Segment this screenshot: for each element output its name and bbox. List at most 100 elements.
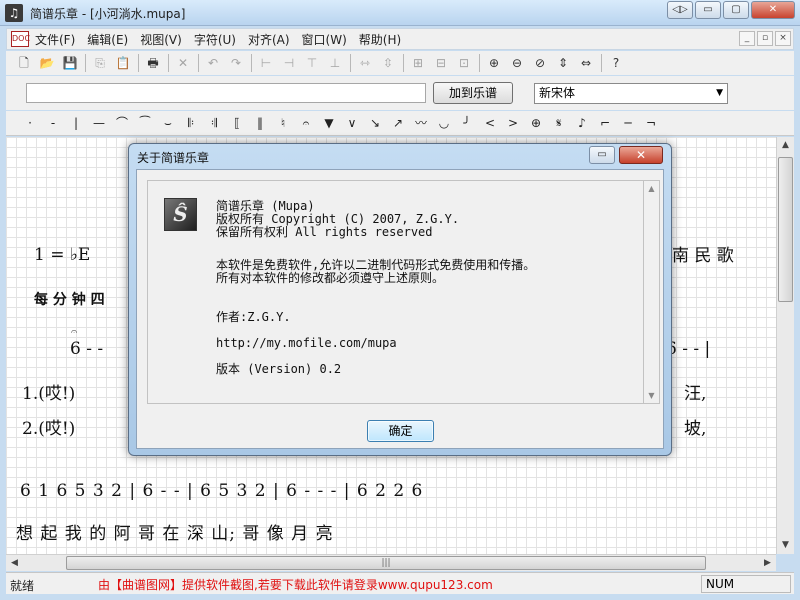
scroll-left-icon[interactable]: ◀ [6,555,23,571]
symbol-button-6[interactable]: ⌣ [158,113,178,133]
symbol-button-22[interactable]: ⊕ [526,113,546,133]
symbol-button-17[interactable]: 〰 [411,113,431,133]
symbol-button-18[interactable]: ◡ [434,113,454,133]
symbol-button-9[interactable]: ⟦ [227,113,247,133]
vertical-scrollbar[interactable]: ▲ ▼ [776,137,794,554]
symbol-button-8[interactable]: 𝄇 [204,113,224,133]
symbol-button-1[interactable]: - [43,113,63,133]
window-title: 简谱乐章 - [小河淌水.mupa] [30,7,186,21]
fermata-mark: 𝄐 [71,325,78,338]
scroll-right-icon[interactable]: ▶ [759,555,776,571]
ungroup-icon[interactable]: ⊟ [431,53,451,73]
switch-window-button[interactable]: ◁▷ [667,1,693,19]
help-icon[interactable]: ? [606,53,626,73]
align-right-icon[interactable]: ⊣ [279,53,299,73]
menu-view[interactable]: 视图(V) [134,31,188,48]
symbol-button-4[interactable]: ⌒ [112,113,132,133]
symbol-button-5[interactable]: ⁀ [135,113,155,133]
undo-icon[interactable]: ↶ [203,53,223,73]
new-file-icon[interactable]: 🗋 [14,53,34,73]
symbol-button-20[interactable]: < [480,113,500,133]
fit-height-icon[interactable]: ⇕ [553,53,573,73]
toolbar-separator [198,54,199,72]
symbol-button-24[interactable]: ♪ [572,113,592,133]
about-scroll-up-icon[interactable]: ▲ [644,181,659,196]
symbol-button-19[interactable]: ╯ [457,113,477,133]
horizontal-scrollbar[interactable]: ◀ ||| ▶ [6,554,776,571]
save-icon[interactable]: 💾 [60,53,80,73]
menu-edit[interactable]: 编辑(E) [81,31,134,48]
zoom-in-icon[interactable]: ⊕ [484,53,504,73]
menu-window[interactable]: 窗口(W) [296,31,353,48]
copy-icon[interactable]: ⎘ [90,53,110,73]
about-url: http://my.mofile.com/mupa [216,336,397,350]
symbol-button-23[interactable]: 𝄋 [549,113,569,133]
main-toolbar: 🗋 📂 💾 ⎘ 📋 🖶 ✕ ↶ ↷ ⊢ ⊣ ⊤ ⊥ ⇿ ⇳ ⊞ ⊟ ⊡ ⊕ ⊖ ⊘ ⇕ ⇔? [6,51,794,75]
status-bar: 就绪 由【曲谱图网】提供软件截图,若要下载此软件请登录www.qupu123.c… [6,572,794,594]
about-scrollbar[interactable]: ▲ ▼ [643,180,660,404]
symbol-button-11[interactable]: ♮ [273,113,293,133]
horizontal-scroll-thumb[interactable]: ||| [66,556,706,570]
open-folder-icon[interactable]: 📂 [37,53,57,73]
doc-close-button[interactable]: × [775,31,791,46]
symbol-button-0[interactable]: · [20,113,40,133]
about-scroll-down-icon[interactable]: ▼ [644,388,659,403]
paste-icon[interactable]: 📋 [113,53,133,73]
fit-width-icon[interactable]: ⇔ [576,53,596,73]
zoom-reset-icon[interactable]: ⊘ [530,53,550,73]
symbol-button-27[interactable]: ¬ [641,113,661,133]
symbol-button-21[interactable]: > [503,113,523,133]
symbol-button-14[interactable]: ∨ [342,113,362,133]
lyric-text-input[interactable] [26,83,426,103]
symbol-button-12[interactable]: 𝄐 [296,113,316,133]
toolbar-separator [601,54,602,72]
space-horizontal-icon[interactable]: ⇿ [355,53,375,73]
symbol-button-3[interactable]: — [89,113,109,133]
about-text-area[interactable]: Ŝ 简谱乐章 (Mupa) 版权所有 Copyright (C) 2007, Z… [147,180,643,404]
group-icon[interactable]: ⊞ [408,53,428,73]
delete-icon[interactable]: ✕ [173,53,193,73]
menu-file[interactable]: 文件(F) [29,31,81,48]
redo-icon[interactable]: ↷ [226,53,246,73]
tempo-label: 每 分 钟 四 [34,292,105,308]
document-icon[interactable]: DOC [11,31,30,47]
ok-button[interactable]: 确定 [367,420,434,442]
font-select-value: 新宋体 [539,86,576,100]
space-vertical-icon[interactable]: ⇳ [378,53,398,73]
symbol-button-2[interactable]: | [66,113,86,133]
font-select[interactable]: 新宋体 ▼ [534,83,728,104]
add-to-score-button[interactable]: 加到乐谱 [433,82,513,104]
toolbar-separator [85,54,86,72]
menu-character[interactable]: 字符(U) [188,31,242,48]
symbol-button-16[interactable]: ↗ [388,113,408,133]
align-top-icon[interactable]: ⊤ [302,53,322,73]
symbol-button-25[interactable]: ⌐ [595,113,615,133]
scroll-up-icon[interactable]: ▲ [777,137,794,154]
symbol-button-13[interactable]: ▼ [319,113,339,133]
doc-restore-button[interactable]: ▫ [757,31,773,46]
symbol-button-15[interactable]: ↘ [365,113,385,133]
close-window-button[interactable]: ✕ [751,1,795,19]
menu-help[interactable]: 帮助(H) [353,31,407,48]
symbol-button-7[interactable]: 𝄆 [181,113,201,133]
symbol-toolbar: · - | — ⌒ ⁀ ⌣ 𝄆 𝄇 ⟦ ‖ ♮ 𝄐 ▼ ∨ ↘ ↗ 〰 ◡ ╯ < > ⊕ 𝄋 ♪ ⌐ ─ ¬ [6,111,794,136]
dialog-restore-button[interactable]: ▭ [589,146,615,164]
maximize-window-button[interactable]: ▢ [723,1,749,19]
doc-minimize-button[interactable]: _ [739,31,755,46]
scroll-down-icon[interactable]: ▼ [777,537,794,554]
align-bottom-icon[interactable]: ⊥ [325,53,345,73]
vertical-scroll-thumb[interactable] [778,157,793,302]
lyric-verse-2-end: 坡, [684,419,707,439]
symbol-button-26[interactable]: ─ [618,113,638,133]
print-icon[interactable]: 🖶 [143,53,163,73]
symbol-button-10[interactable]: ‖ [250,113,270,133]
zoom-out-icon[interactable]: ⊖ [507,53,527,73]
lyrics-line: 想 起 我 的 阿 哥 在 深 山; 哥 像 月 亮 [16,524,334,544]
about-version: 版本 (Version) 0.2 [216,362,342,376]
frame-icon[interactable]: ⊡ [454,53,474,73]
dialog-close-button[interactable]: ✕ [619,146,663,164]
align-left-icon[interactable]: ⊢ [256,53,276,73]
text-input-bar: 加到乐谱 新宋体 ▼ [6,76,794,110]
menu-align[interactable]: 对齐(A) [242,31,296,48]
restore-window-button[interactable]: ▭ [695,1,721,19]
